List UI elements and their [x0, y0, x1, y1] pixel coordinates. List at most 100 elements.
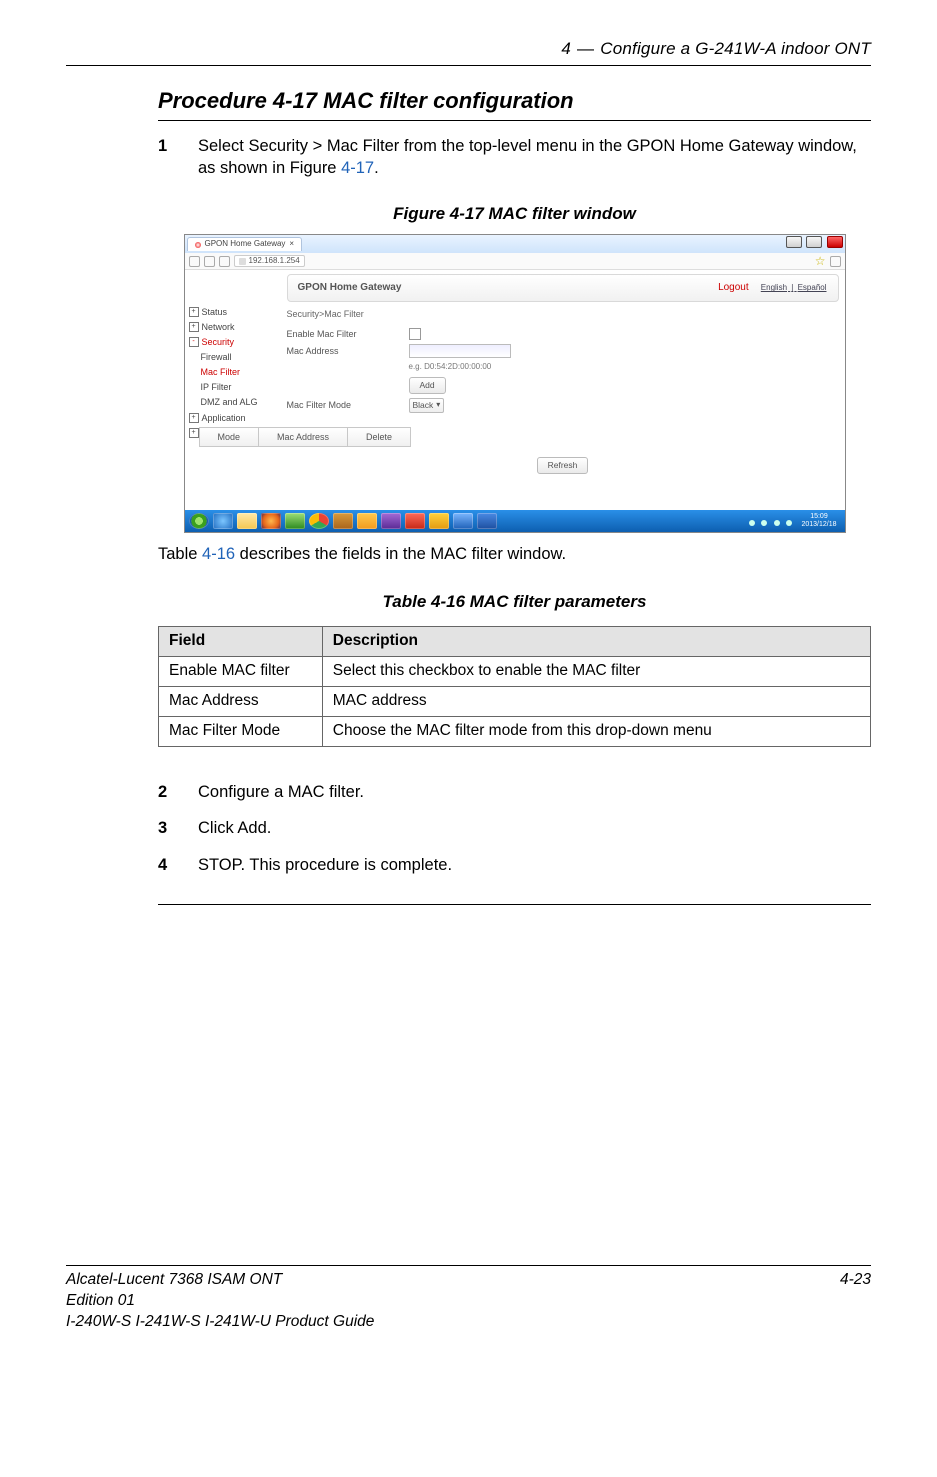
- chapter-title: Configure a G-241W-A indoor ONT: [600, 38, 871, 61]
- step-number: 1: [158, 135, 198, 180]
- sidebar-item-dmz-alg[interactable]: DMZ and ALG: [189, 395, 277, 410]
- footer-page-number: 4-23: [840, 1270, 871, 1333]
- sidebar-item-firewall[interactable]: Firewall: [189, 350, 277, 365]
- mac-filter-mode-select[interactable]: Black ▾: [409, 398, 445, 413]
- ie-icon[interactable]: [213, 513, 233, 529]
- tray-icon[interactable]: [749, 520, 755, 526]
- table-link[interactable]: 4-16: [202, 545, 235, 563]
- expand-icon[interactable]: +: [189, 307, 199, 317]
- window-minimize-button[interactable]: [786, 236, 802, 248]
- table-header-row: Field Description: [159, 627, 871, 657]
- collapse-icon[interactable]: -: [189, 337, 199, 347]
- sidebar-item-application[interactable]: +Application: [189, 410, 277, 425]
- sidebar-item-mac-filter[interactable]: Mac Filter: [189, 365, 277, 380]
- firefox-icon[interactable]: [261, 513, 281, 529]
- tab-close-icon[interactable]: ×: [289, 239, 294, 250]
- enable-mac-filter-checkbox[interactable]: [409, 328, 421, 340]
- explorer-icon[interactable]: [237, 513, 257, 529]
- col-delete: Delete: [348, 427, 411, 447]
- forward-icon[interactable]: [204, 256, 215, 267]
- lang-english-link[interactable]: English: [761, 283, 787, 292]
- app-icon-5[interactable]: [429, 513, 449, 529]
- mac-example-text: e.g. D0:54:2D:00:00:00: [409, 362, 492, 373]
- footer-left: Alcatel-Lucent 7368 ISAM ONT Edition 01 …: [66, 1270, 374, 1333]
- expand-icon[interactable]: +: [189, 322, 199, 332]
- step-text: Click Add.: [198, 817, 871, 839]
- refresh-button[interactable]: Refresh: [537, 457, 589, 473]
- table-row: Mac Filter Mode Choose the MAC filter mo…: [159, 717, 871, 747]
- mac-filter-mode-label: Mac Filter Mode: [287, 399, 399, 411]
- chrome-icon[interactable]: [309, 513, 329, 529]
- step-3: 3 Click Add.: [158, 817, 871, 839]
- tray-icon[interactable]: [774, 520, 780, 526]
- clock-time: 15:09: [801, 513, 836, 521]
- page-footer: Alcatel-Lucent 7368 ISAM ONT Edition 01 …: [66, 1265, 871, 1333]
- lang-espanol-link[interactable]: Español: [798, 283, 827, 292]
- chevron-down-icon: ▾: [436, 400, 440, 411]
- address-bar[interactable]: 192.168.1.254: [234, 255, 305, 268]
- add-button[interactable]: Add: [409, 377, 446, 393]
- clock-date: 2013/12/18: [801, 521, 836, 529]
- browser-toolbar: 192.168.1.254 ☆: [185, 253, 845, 270]
- outlook-icon[interactable]: [357, 513, 377, 529]
- procedure-end-rule: [158, 904, 871, 905]
- step-number: 2: [158, 781, 198, 803]
- app-icon-1[interactable]: [285, 513, 305, 529]
- sidebar-item-security[interactable]: -Security: [189, 334, 277, 349]
- app-icon-3[interactable]: [381, 513, 401, 529]
- url-text: 192.168.1.254: [249, 256, 300, 267]
- gateway-main: GPON Home Gateway Logout English | Españ…: [281, 270, 845, 510]
- start-button-icon[interactable]: [189, 513, 209, 529]
- table-row: Mac Address MAC address: [159, 687, 871, 717]
- cell-desc: MAC address: [322, 687, 870, 717]
- sidebar-item-ip-filter[interactable]: IP Filter: [189, 380, 277, 395]
- table-caption: Table 4-16 MAC filter parameters: [158, 591, 871, 614]
- system-tray[interactable]: [748, 510, 794, 532]
- gateway-page: +Status +Network -Security Firewall Mac …: [185, 270, 845, 510]
- th-description: Description: [322, 627, 870, 657]
- menu-icon[interactable]: [830, 256, 841, 267]
- step-text: Configure a MAC filter.: [198, 781, 871, 803]
- gateway-topbar: GPON Home Gateway Logout English | Españ…: [287, 274, 839, 302]
- word-icon[interactable]: [477, 513, 497, 529]
- col-mac-address: Mac Address: [259, 427, 348, 447]
- step-4: 4 STOP. This procedure is complete.: [158, 854, 871, 876]
- cell-desc: Select this checkbox to enable the MAC f…: [322, 657, 870, 687]
- step-text: Select Security > Mac Filter from the to…: [198, 135, 871, 180]
- sidebar-item-network[interactable]: +Network: [189, 319, 277, 334]
- app-icon-4[interactable]: [405, 513, 425, 529]
- reload-icon[interactable]: [219, 256, 230, 267]
- cell-field: Mac Address: [159, 687, 323, 717]
- step-number: 4: [158, 854, 198, 876]
- window-close-button[interactable]: [827, 236, 843, 248]
- step-1: 1 Select Security > Mac Filter from the …: [158, 135, 871, 180]
- expand-icon[interactable]: +: [189, 413, 199, 423]
- tray-icon[interactable]: [786, 520, 792, 526]
- window-maximize-button[interactable]: [806, 236, 822, 248]
- bookmark-star-icon[interactable]: ☆: [815, 257, 826, 266]
- logout-link[interactable]: Logout: [718, 282, 749, 293]
- mac-address-label: Mac Address: [287, 345, 399, 357]
- window-controls: [784, 236, 842, 252]
- enable-mac-filter-label: Enable Mac Filter: [287, 328, 399, 340]
- favicon-icon: [195, 242, 201, 248]
- figure-caption: Figure 4-17 MAC filter window: [158, 203, 871, 226]
- expand-icon[interactable]: +: [189, 428, 199, 438]
- step-2: 2 Configure a MAC filter.: [158, 781, 871, 803]
- gateway-title: GPON Home Gateway: [298, 281, 402, 295]
- page-icon: [239, 258, 246, 265]
- app-icon-6[interactable]: [453, 513, 473, 529]
- figure-link[interactable]: 4-17: [341, 159, 374, 177]
- th-field: Field: [159, 627, 323, 657]
- tab-title: GPON Home Gateway: [205, 239, 286, 250]
- page-header: 4 — Configure a G-241W-A indoor ONT: [66, 38, 871, 66]
- app-icon-2[interactable]: [333, 513, 353, 529]
- tray-icon[interactable]: [761, 520, 767, 526]
- sidebar-item-status[interactable]: +Status: [189, 304, 277, 319]
- mac-address-input[interactable]: [409, 344, 511, 358]
- cell-desc: Choose the MAC filter mode from this dro…: [322, 717, 870, 747]
- language-switcher: English | Español: [760, 283, 828, 292]
- taskbar-clock[interactable]: 15:09 2013/12/18: [797, 513, 840, 529]
- back-icon[interactable]: [189, 256, 200, 267]
- browser-tab[interactable]: GPON Home Gateway ×: [187, 237, 303, 252]
